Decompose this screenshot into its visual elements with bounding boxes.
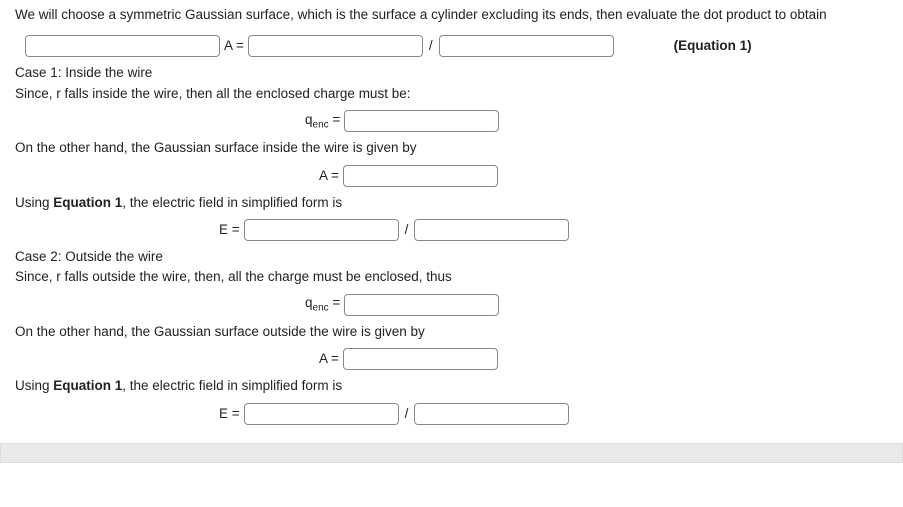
- case1-area-label: A =: [319, 166, 339, 186]
- case1-e-row: E = /: [215, 219, 888, 241]
- qenc-eq: =: [329, 112, 341, 127]
- eq1-slash: /: [429, 36, 433, 56]
- case1-e-label: E =: [219, 220, 240, 240]
- qenc2-eq: =: [329, 295, 341, 310]
- case1-title: Case 1: Inside the wire: [15, 63, 888, 83]
- case2-e-num-input[interactable]: [244, 403, 399, 425]
- case1-use-pre: Using: [15, 195, 53, 210]
- case1-qenc-row: qenc =: [305, 110, 888, 133]
- case2-area-label: A =: [319, 349, 339, 369]
- case2-e-slash: /: [405, 404, 409, 424]
- intro-text: We will choose a symmetric Gaussian surf…: [15, 5, 888, 25]
- eq1-den-input[interactable]: [439, 35, 614, 57]
- qenc2-q: q: [305, 295, 313, 310]
- footer-bar: [0, 443, 903, 463]
- case2-e-row: E = /: [215, 403, 888, 425]
- case1-qenc-label: qenc =: [305, 110, 340, 133]
- case1-use-text: Using Equation 1, the electric field in …: [15, 193, 888, 213]
- eq1-a-label: A =: [224, 36, 244, 56]
- qenc-sub: enc: [313, 119, 329, 130]
- case1-e-num-input[interactable]: [244, 219, 399, 241]
- eq1-lhs-input[interactable]: [25, 35, 220, 57]
- case2-use-text: Using Equation 1, the electric field in …: [15, 376, 888, 396]
- qenc-q: q: [305, 112, 313, 127]
- case1-area-input[interactable]: [343, 165, 498, 187]
- case2-title: Case 2: Outside the wire: [15, 247, 888, 267]
- case1-qenc-input[interactable]: [344, 110, 499, 132]
- case1-since: Since, r falls inside the wire, then all…: [15, 84, 888, 104]
- case2-use-bold: Equation 1: [53, 378, 122, 393]
- case2-e-label: E =: [219, 404, 240, 424]
- case2-area-row: A =: [315, 348, 888, 370]
- case1-e-den-input[interactable]: [414, 219, 569, 241]
- case1-use-post: , the electric field in simplified form …: [122, 195, 342, 210]
- eq1-num-input[interactable]: [248, 35, 423, 57]
- case2-since: Since, r falls outside the wire, then, a…: [15, 267, 888, 287]
- case2-area-text: On the other hand, the Gaussian surface …: [15, 322, 888, 342]
- eq1-note: (Equation 1): [674, 36, 752, 56]
- case2-qenc-label: qenc =: [305, 293, 340, 316]
- case1-area-text: On the other hand, the Gaussian surface …: [15, 138, 888, 158]
- case2-qenc-row: qenc =: [305, 293, 888, 316]
- case1-area-row: A =: [315, 165, 888, 187]
- case2-use-post: , the electric field in simplified form …: [122, 378, 342, 393]
- case2-e-den-input[interactable]: [414, 403, 569, 425]
- qenc2-sub: enc: [313, 303, 329, 314]
- case2-area-input[interactable]: [343, 348, 498, 370]
- equation-1-row: A = / (Equation 1): [25, 35, 888, 57]
- case1-use-bold: Equation 1: [53, 195, 122, 210]
- case2-use-pre: Using: [15, 378, 53, 393]
- case2-qenc-input[interactable]: [344, 294, 499, 316]
- case1-e-slash: /: [405, 220, 409, 240]
